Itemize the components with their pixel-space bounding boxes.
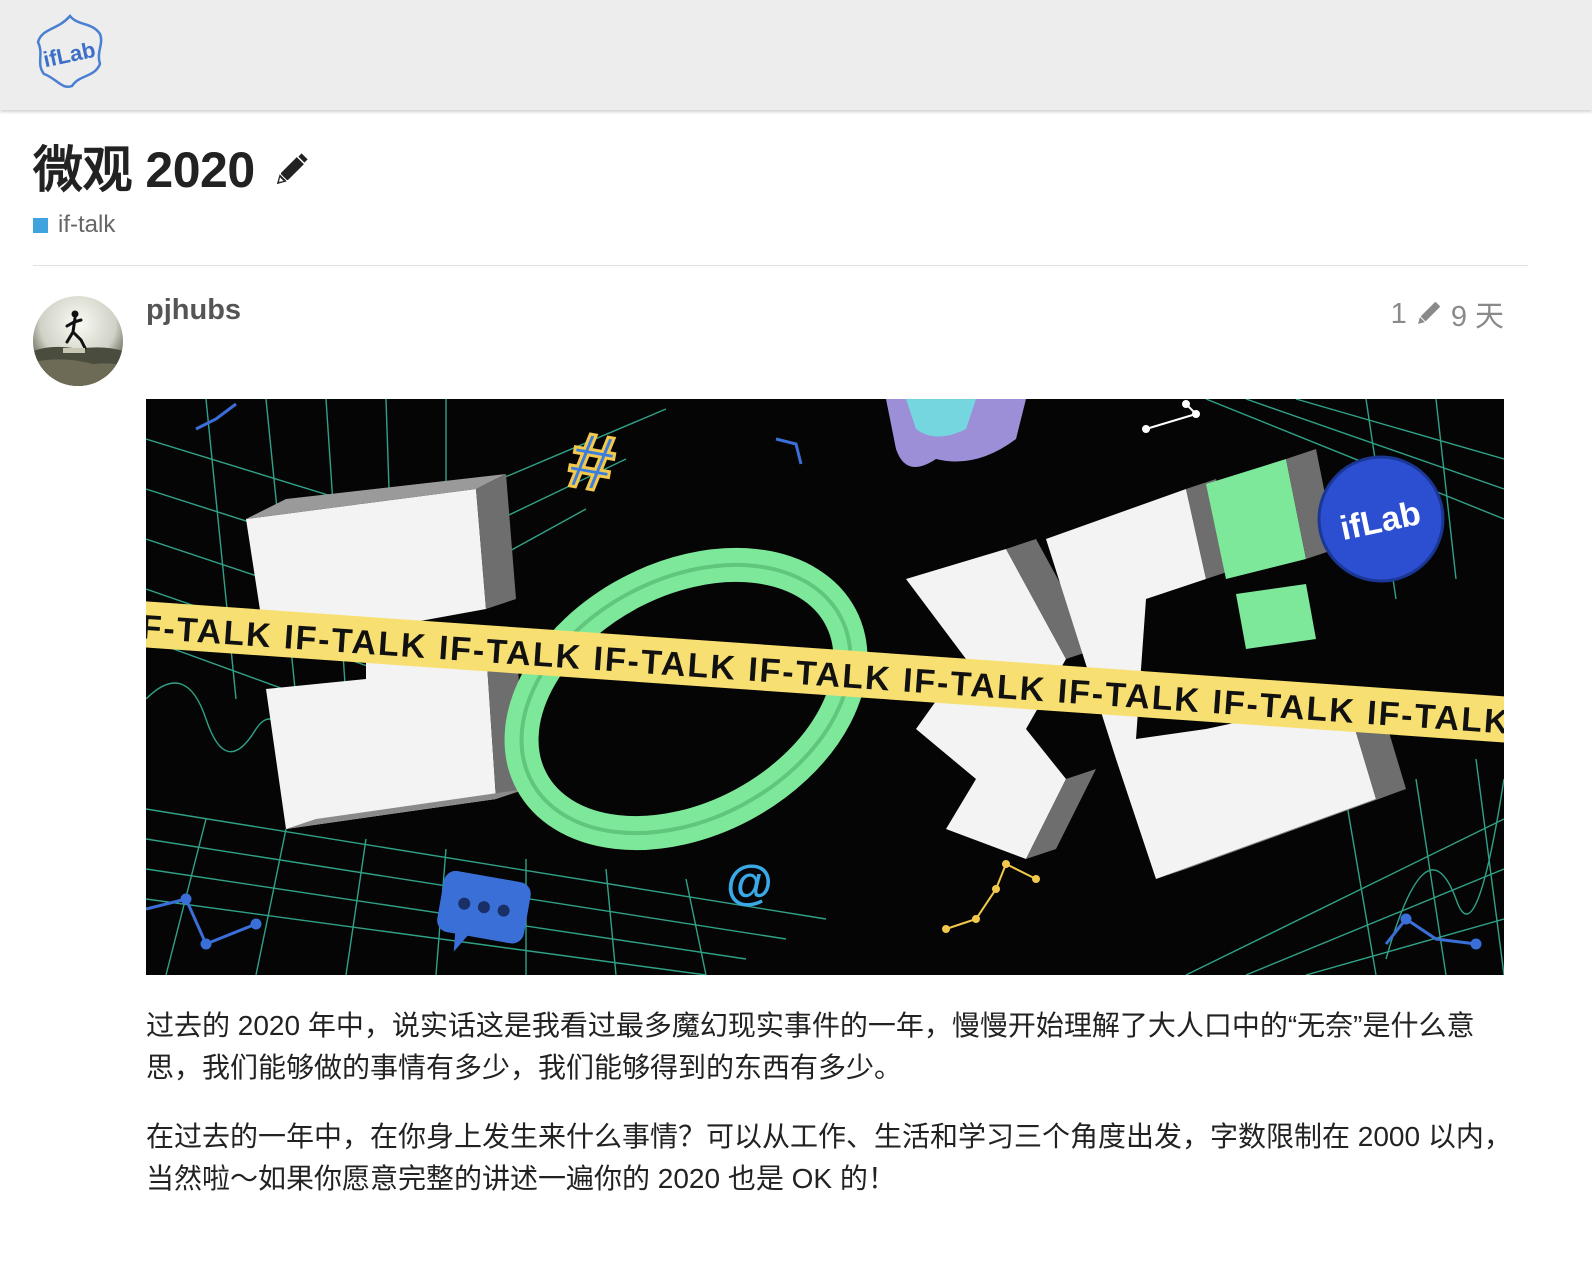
topic-title-text: 微观 2020 — [33, 142, 255, 198]
edit-history-button[interactable]: 1 — [1391, 298, 1443, 331]
logo-text: ifLab — [41, 37, 98, 72]
category-badge[interactable]: if-talk — [33, 211, 115, 239]
iflab-logo-icon: ifLab — [36, 14, 103, 89]
category-color-swatch — [33, 217, 48, 233]
post-username[interactable]: pjhubs — [146, 294, 241, 327]
post-paragraph: 在过去的一年中，在你身上发生来什么事情？可以从工作、生活和学习三个角度出发，字数… — [146, 1121, 1512, 1194]
edit-pencil-icon — [1417, 302, 1440, 324]
post-body: 过去的 2020 年中，说实话这是我看过最多魔幻现实事件的一年，慢慢开始理解了大… — [146, 1005, 1521, 1227]
avatar-image — [33, 296, 123, 386]
post-age[interactable]: 9 天 — [1451, 293, 1504, 335]
edit-count: 1 — [1390, 297, 1407, 330]
post-meta: 1 9 天 — [1391, 293, 1504, 335]
edit-title-pencil-icon[interactable] — [269, 148, 313, 192]
post-paragraph: 过去的 2020 年中，说实话这是我看过最多魔幻现实事件的一年，慢慢开始理解了大… — [146, 1010, 1475, 1083]
title-divider — [33, 265, 1528, 266]
site-header: ifLab — [0, 0, 1592, 110]
site-logo[interactable]: ifLab — [34, 12, 106, 92]
post-banner-image: IF-TALK IF-TALK IF-TALK IF-TALK IF-TALK … — [146, 399, 1504, 975]
avatar[interactable] — [33, 296, 123, 386]
category-name: if-talk — [58, 211, 116, 238]
topic-title: 微观 2020 — [33, 138, 313, 202]
at-sticker: @ — [726, 857, 773, 910]
iflab-badge: ifLab — [1317, 455, 1445, 583]
banner-illustration: IF-TALK IF-TALK IF-TALK IF-TALK IF-TALK … — [146, 399, 1504, 975]
